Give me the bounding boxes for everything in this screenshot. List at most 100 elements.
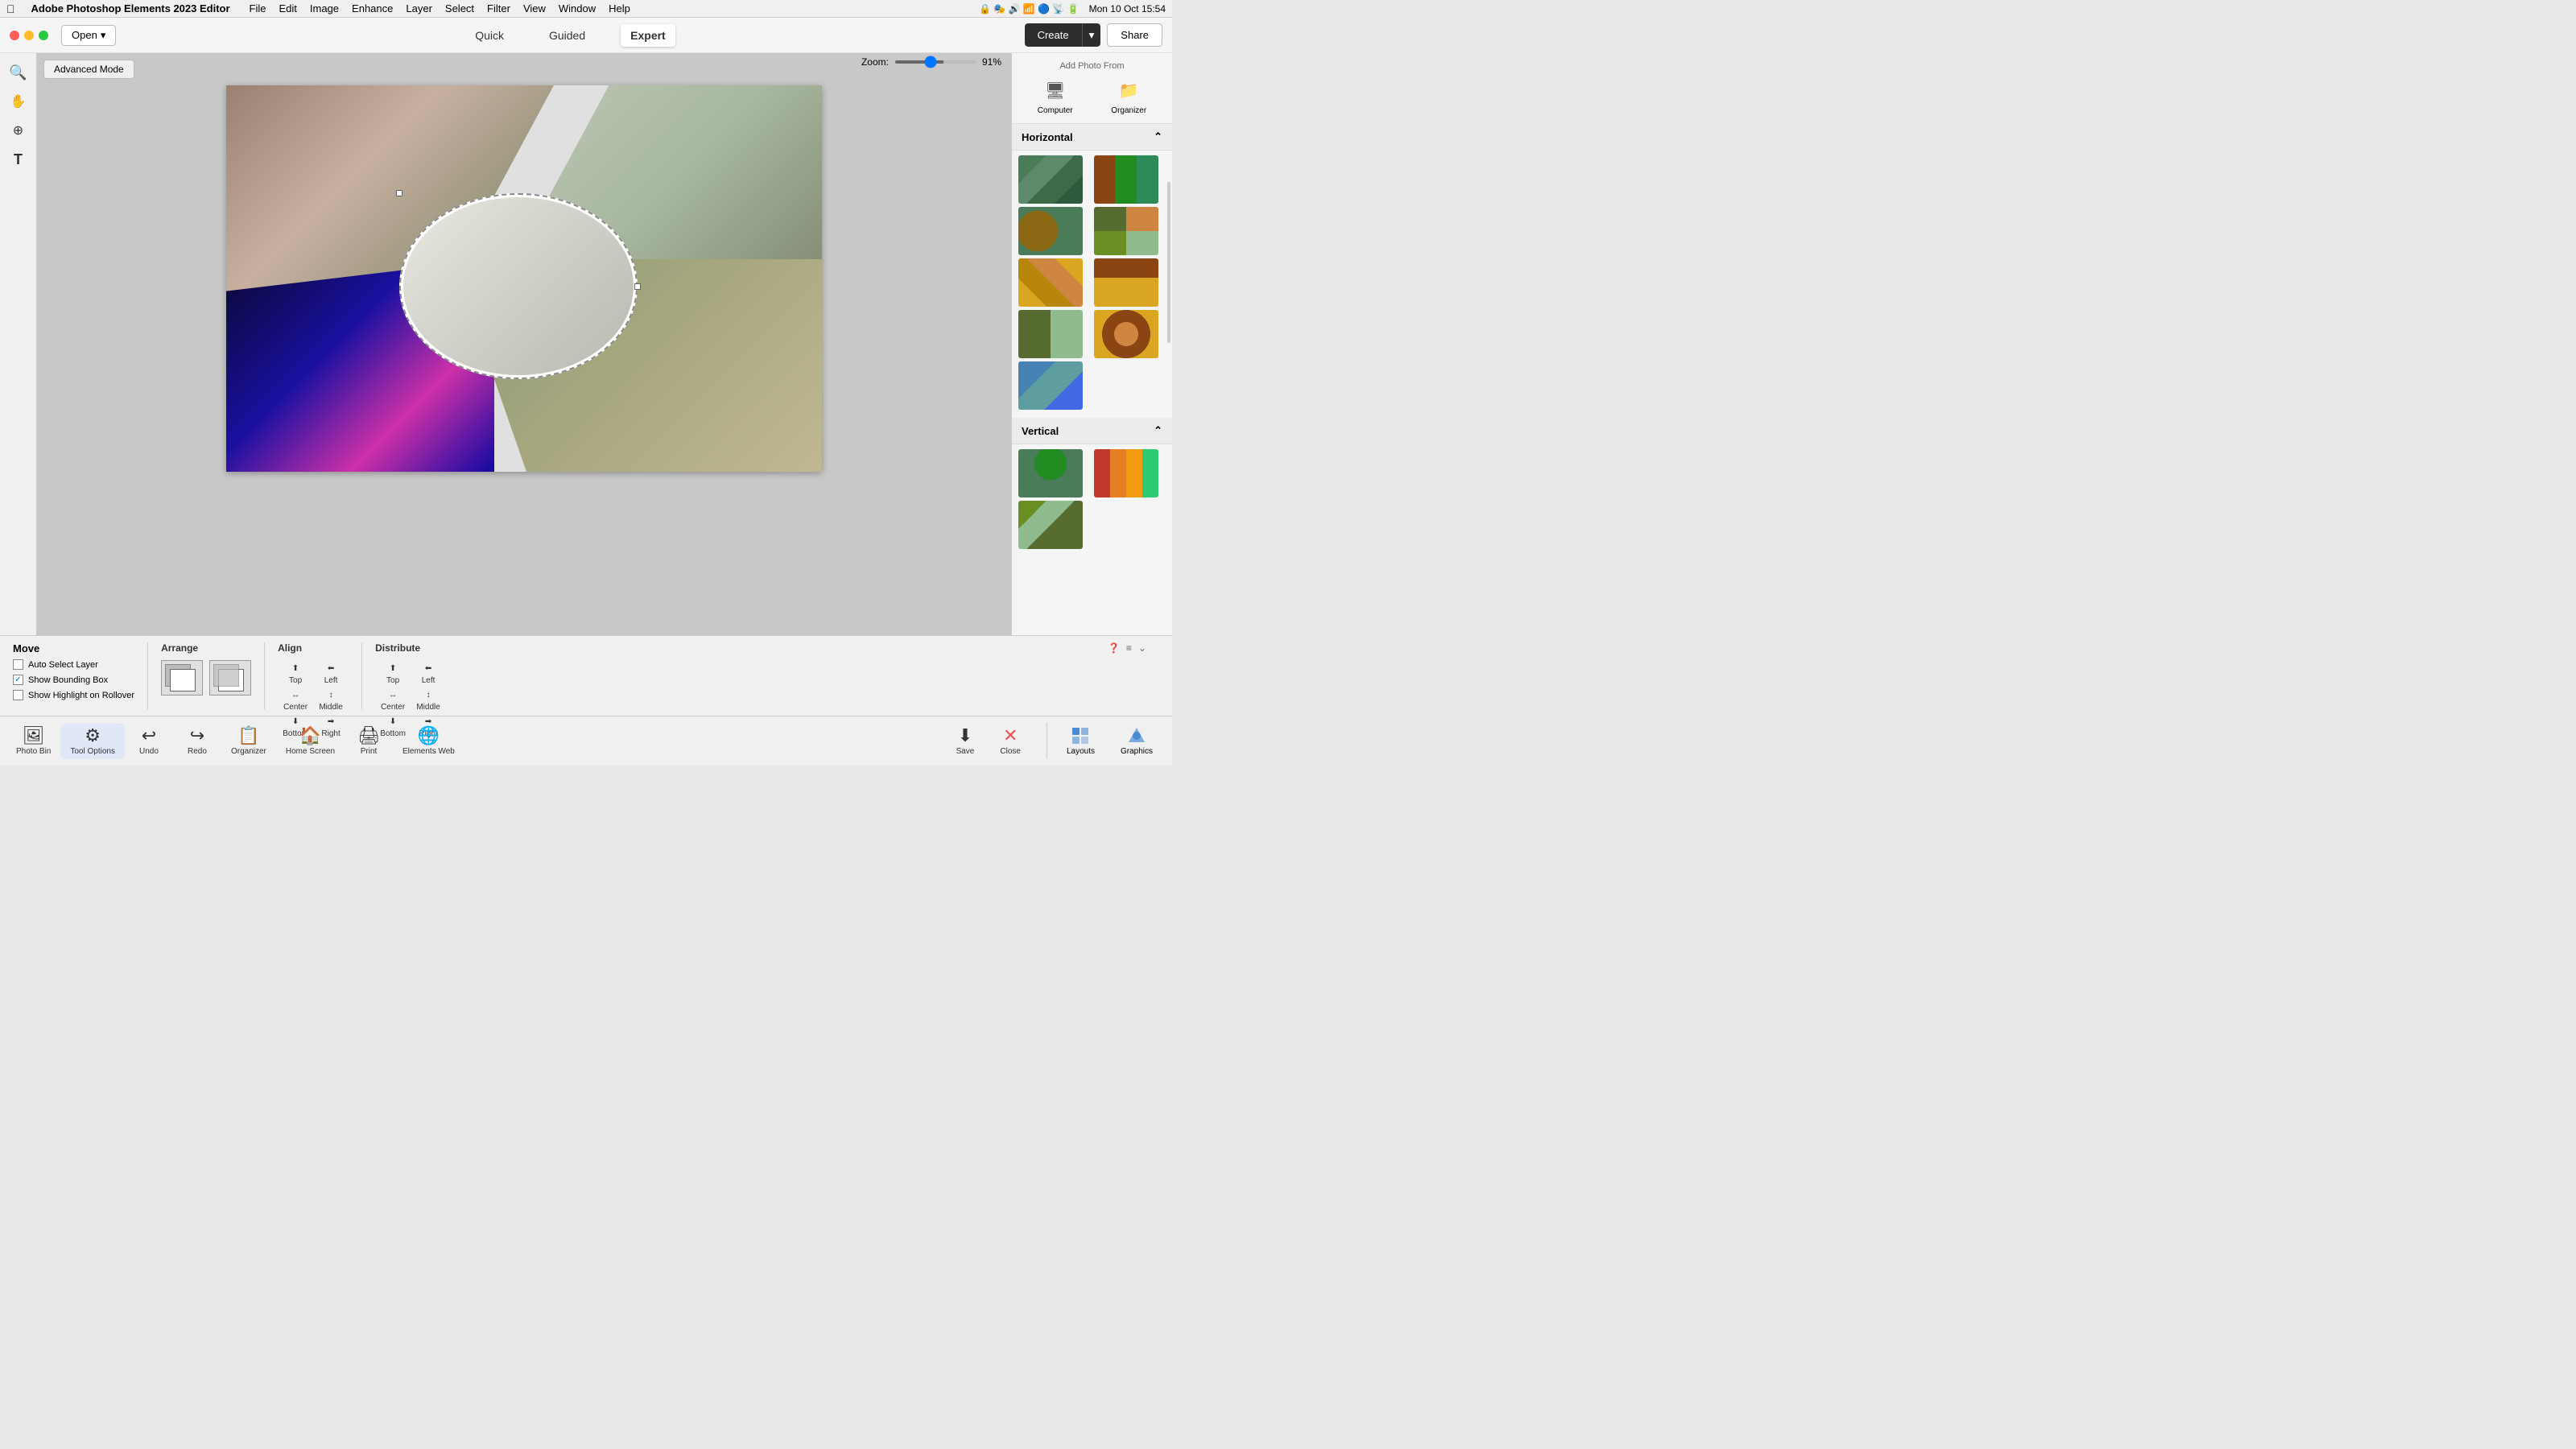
- menu-edit[interactable]: Edit: [279, 2, 297, 14]
- arrange-front-button[interactable]: [161, 660, 203, 696]
- open-button[interactable]: Open ▾: [61, 25, 116, 46]
- add-from-organizer[interactable]: 📁 Organizer: [1111, 77, 1146, 115]
- align-left-button[interactable]: ⬅ Left: [313, 660, 349, 687]
- auto-select-layer-checkbox[interactable]: [13, 659, 23, 670]
- collapse-vertical-icon: ⌃: [1154, 424, 1162, 437]
- canvas-collage: [226, 85, 822, 472]
- align-middle-button[interactable]: ↕ Middle: [313, 687, 349, 713]
- transform-handle-right[interactable]: [634, 283, 641, 290]
- menu-filter[interactable]: Filter: [487, 2, 510, 14]
- title-right-buttons: Create ▾ Share: [1025, 23, 1162, 47]
- save-label: Save: [956, 747, 975, 756]
- share-button[interactable]: Share: [1107, 23, 1162, 47]
- taskbar-tool-options[interactable]: ⚙ Tool Options: [60, 724, 125, 759]
- expand-icon[interactable]: ⌄: [1138, 642, 1146, 654]
- mode-expert[interactable]: Expert: [621, 24, 675, 47]
- vertical-section-header[interactable]: Vertical ⌃: [1012, 418, 1172, 444]
- apple-logo[interactable]: : [6, 2, 15, 15]
- distribute-center-button[interactable]: ↔ Center: [375, 687, 411, 713]
- auto-select-layer-item: Auto Select Layer: [13, 659, 134, 670]
- layout-thumb-4[interactable]: [1094, 207, 1158, 255]
- highlight-label: Show Highlight on Rollover: [28, 691, 134, 700]
- advanced-mode-button[interactable]: Advanced Mode: [43, 60, 134, 79]
- taskbar: 🖼 Photo Bin ⚙ Tool Options ↩ Undo ↪ Redo…: [0, 716, 1172, 766]
- horizontal-layouts-grid: [1012, 151, 1172, 415]
- home-screen-label: Home Screen: [286, 747, 335, 756]
- align-top-label: Top: [289, 676, 302, 685]
- menu-help[interactable]: Help: [609, 2, 630, 14]
- taskbar-layouts-tab[interactable]: Layouts: [1054, 723, 1108, 759]
- menu-image[interactable]: Image: [310, 2, 339, 14]
- arrange-back-button[interactable]: [209, 660, 251, 696]
- show-highlight-checkbox[interactable]: [13, 690, 23, 700]
- canvas-container[interactable]: [226, 85, 822, 472]
- layouts-tab-label: Layouts: [1067, 747, 1095, 756]
- help-icon[interactable]: ❓: [1108, 642, 1120, 654]
- taskbar-redo[interactable]: ↪ Redo: [173, 724, 221, 759]
- taskbar-graphics-tab[interactable]: Graphics: [1108, 723, 1166, 759]
- create-dropdown-button[interactable]: ▾: [1082, 23, 1101, 47]
- transform-handle[interactable]: [396, 190, 402, 196]
- menu-layer[interactable]: Layer: [406, 2, 432, 14]
- layout-thumb-12[interactable]: [1018, 501, 1083, 549]
- menu-window[interactable]: Window: [559, 2, 596, 14]
- distribute-left-button[interactable]: ⬅ Left: [411, 660, 446, 687]
- move-tool[interactable]: ⊕: [6, 118, 31, 143]
- app-name: Adobe Photoshop Elements 2023 Editor: [31, 2, 230, 14]
- main-layout: 🔍 ✋ ⊕ T Advanced Mode Zoom: 91%: [0, 53, 1172, 635]
- layout-thumb-2[interactable]: [1094, 155, 1158, 204]
- taskbar-elements-web[interactable]: 🌐 Elements Web: [393, 724, 464, 759]
- taskbar-close[interactable]: ✕ Close: [987, 724, 1034, 759]
- traffic-lights: [10, 31, 48, 40]
- hand-tool[interactable]: ✋: [6, 89, 31, 114]
- align-left-label: Left: [324, 676, 338, 685]
- layout-thumb-7[interactable]: [1018, 310, 1083, 358]
- show-bounding-box-checkbox[interactable]: [13, 675, 23, 685]
- distribute-top-button[interactable]: ⬆ Top: [375, 660, 411, 687]
- menu-view[interactable]: View: [523, 2, 546, 14]
- align-top-button[interactable]: ⬆ Top: [278, 660, 313, 687]
- taskbar-undo[interactable]: ↩ Undo: [125, 724, 173, 759]
- layout-thumb-10[interactable]: [1018, 449, 1083, 497]
- menu-file[interactable]: File: [250, 2, 266, 14]
- layout-thumb-11[interactable]: [1094, 449, 1158, 497]
- menu-select[interactable]: Select: [445, 2, 474, 14]
- menu-enhance[interactable]: Enhance: [352, 2, 393, 14]
- taskbar-organizer[interactable]: 📋 Organizer: [221, 724, 276, 759]
- layout-thumb-5[interactable]: [1018, 258, 1083, 307]
- photo-slot-center[interactable]: [399, 193, 638, 378]
- distribute-center-icon: ↔: [385, 688, 401, 701]
- taskbar-print[interactable]: 🖨 Print: [345, 724, 393, 759]
- horizontal-section-header[interactable]: Horizontal ⌃: [1012, 124, 1172, 151]
- text-tool[interactable]: T: [6, 147, 31, 172]
- layout-thumb-9[interactable]: [1018, 361, 1083, 410]
- taskbar-save[interactable]: ⬇ Save: [943, 724, 988, 759]
- mode-quick[interactable]: Quick: [465, 24, 514, 47]
- align-center-button[interactable]: ↔ Center: [278, 687, 313, 713]
- scroll-indicator[interactable]: [1167, 182, 1170, 343]
- taskbar-photo-bin[interactable]: 🖼 Photo Bin: [6, 724, 60, 759]
- layout-thumb-3[interactable]: [1018, 207, 1083, 255]
- distribute-top-icon: ⬆: [385, 662, 401, 675]
- search-tool[interactable]: 🔍: [6, 60, 31, 85]
- taskbar-home-screen[interactable]: 🏠 Home Screen: [276, 724, 345, 759]
- list-icon[interactable]: ≡: [1126, 642, 1132, 654]
- zoom-slider[interactable]: [895, 60, 976, 64]
- maximize-window-button[interactable]: [39, 31, 48, 40]
- add-photo-label: Add Photo From: [1018, 61, 1166, 71]
- layout-thumb-6[interactable]: [1094, 258, 1158, 307]
- add-from-computer[interactable]: 🖥 Computer: [1038, 77, 1073, 115]
- minimize-window-button[interactable]: [24, 31, 34, 40]
- undo-icon: ↩: [142, 727, 156, 745]
- layouts-icon: [1071, 726, 1090, 745]
- create-button[interactable]: Create: [1025, 23, 1082, 47]
- close-window-button[interactable]: [10, 31, 19, 40]
- distribute-middle-button[interactable]: ↕ Middle: [411, 687, 446, 713]
- left-toolbar: 🔍 ✋ ⊕ T: [0, 53, 37, 635]
- layout-thumb-8[interactable]: [1094, 310, 1158, 358]
- mode-guided[interactable]: Guided: [539, 24, 595, 47]
- layout-thumb-1[interactable]: [1018, 155, 1083, 204]
- move-section: Move Auto Select Layer Show Bounding Box…: [13, 642, 134, 704]
- close-label: Close: [1000, 747, 1021, 756]
- graphics-tab-label: Graphics: [1121, 747, 1153, 756]
